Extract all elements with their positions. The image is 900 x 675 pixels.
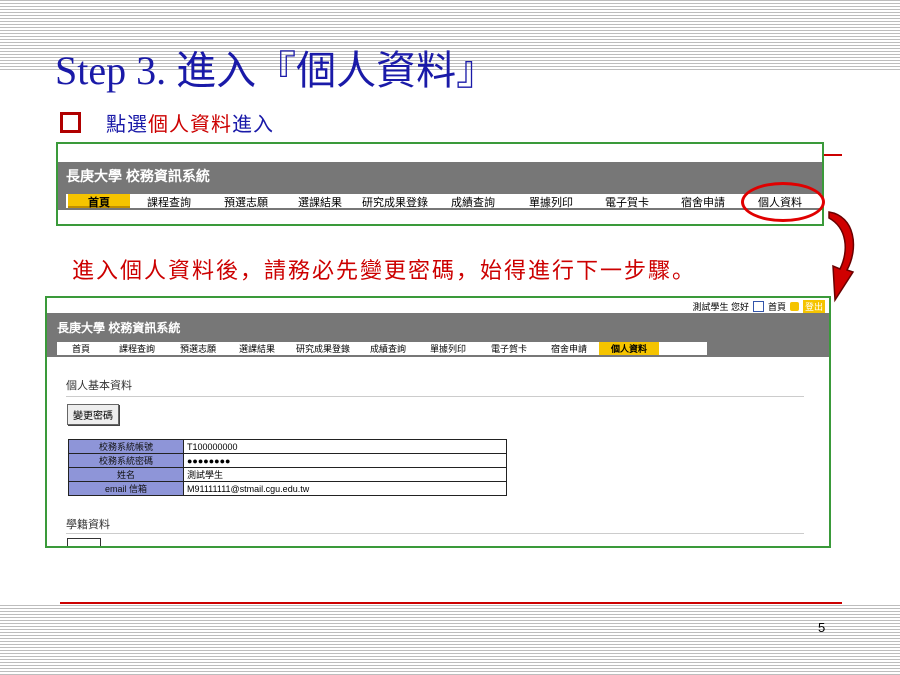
bullet-text-part2: 進入	[232, 114, 274, 136]
row-label: 姓名	[68, 467, 184, 482]
nav-item-grades[interactable]: 成績查詢	[359, 342, 417, 355]
section-divider	[66, 396, 804, 397]
nav-item-personal-info[interactable]: 個人資料	[599, 342, 659, 355]
bullet-text-part1: 點選	[106, 114, 148, 136]
section-basic-info: 個人基本資料	[66, 380, 132, 392]
square-bullet-icon	[60, 112, 81, 133]
top-strip: 測試學生 您好 首頁 登出	[47, 298, 829, 313]
row-label: 校務系統帳號	[68, 439, 184, 454]
logout-icon[interactable]	[789, 302, 799, 311]
screenshot-personal-info: 測試學生 您好 首頁 登出 長庚大學 校務資訊系統 首頁 課程查詢 預選志願 選…	[45, 296, 831, 548]
table-row: 姓名 測試學生	[68, 467, 507, 482]
nav-item-ecard[interactable]: 電子賀卡	[479, 342, 539, 355]
nav-item-home[interactable]: 首頁	[57, 342, 105, 355]
row-label: 校務系統密碼	[68, 453, 184, 468]
cut-off-button	[67, 538, 101, 546]
nav-item-grades[interactable]: 成績查詢	[434, 194, 512, 209]
home-icon[interactable]	[752, 301, 764, 312]
nav-item-preselect[interactable]: 預選志願	[208, 194, 284, 209]
nav-item-dorm[interactable]: 宿舍申請	[664, 194, 742, 209]
nav-item-ecard[interactable]: 電子賀卡	[590, 194, 664, 209]
home-link[interactable]: 首頁	[768, 300, 786, 313]
logout-link[interactable]: 登出	[802, 300, 825, 313]
nav-item-receipts[interactable]: 單據列印	[417, 342, 479, 355]
row-value: ●●●●●●●●	[183, 453, 507, 468]
bullet-text: 點選個人資料進入	[106, 108, 274, 137]
nav-item-course-query[interactable]: 課程查詢	[130, 194, 208, 209]
table-row: email 信箱 M91111111@stmail.cgu.edu.tw	[68, 481, 507, 496]
nav-item-research-entry[interactable]: 研究成果登錄	[356, 194, 434, 209]
portal-brand: 長庚大學 校務資訊系統	[66, 168, 210, 184]
portal-brand: 長庚大學 校務資訊系統	[57, 321, 181, 335]
notice-text: 進入個人資料後，請務必先變更密碼，始得進行下一步驟。	[72, 258, 697, 283]
nav-item-dorm[interactable]: 宿舍申請	[539, 342, 599, 355]
bullet-row: 點選個人資料進入	[60, 108, 274, 137]
row-value: T100000000	[183, 439, 507, 454]
nav-item-selection-result[interactable]: 選課結果	[284, 194, 356, 209]
nav-item-receipts[interactable]: 單據列印	[512, 194, 590, 209]
greeting: 測試學生 您好	[692, 302, 749, 312]
row-value: M91111111@stmail.cgu.edu.tw	[183, 481, 507, 496]
portal-nav: 首頁 課程查詢 預選志願 選課結果 研究成果登錄 成績查詢 單據列印 電子賀卡 …	[66, 194, 822, 209]
page-number: 5	[818, 620, 826, 635]
highlight-oval	[741, 182, 825, 222]
nav-item-home[interactable]: 首頁	[68, 194, 130, 209]
background-stripes-bottom	[0, 605, 900, 675]
portal-nav: 首頁 課程查詢 預選志願 選課結果 研究成果登錄 成績查詢 單據列印 電子賀卡 …	[57, 342, 707, 355]
table-row: 校務系統帳號 T100000000	[68, 439, 507, 454]
bullet-text-highlight: 個人資料	[148, 114, 232, 136]
nav-item-preselect[interactable]: 預選志願	[169, 342, 227, 355]
nav-item-research-entry[interactable]: 研究成果登錄	[287, 342, 359, 355]
personal-info-table: 校務系統帳號 T100000000 校務系統密碼 ●●●●●●●● 姓名 測試學生 e…	[68, 439, 507, 496]
table-row: 校務系統密碼 ●●●●●●●●	[68, 453, 507, 468]
nav-item-selection-result[interactable]: 選課結果	[227, 342, 287, 355]
screenshot-portal-home: 長庚大學 校務資訊系統 首頁 課程查詢 預選志願 選課結果 研究成果登錄 成績查…	[56, 142, 825, 226]
curved-arrow-icon	[828, 211, 855, 303]
change-password-button[interactable]: 變更密碼	[67, 404, 119, 425]
footer-rule	[60, 602, 842, 604]
row-label: email 信箱	[68, 481, 184, 496]
section-enrollment: 學籍資料	[66, 519, 110, 531]
row-value: 測試學生	[183, 467, 507, 482]
section-divider	[66, 533, 804, 534]
user-links: 測試學生 您好 首頁 登出	[692, 300, 825, 313]
nav-item-course-query[interactable]: 課程查詢	[105, 342, 169, 355]
slide-title: Step 3. 進入『個人資料』	[55, 48, 497, 93]
